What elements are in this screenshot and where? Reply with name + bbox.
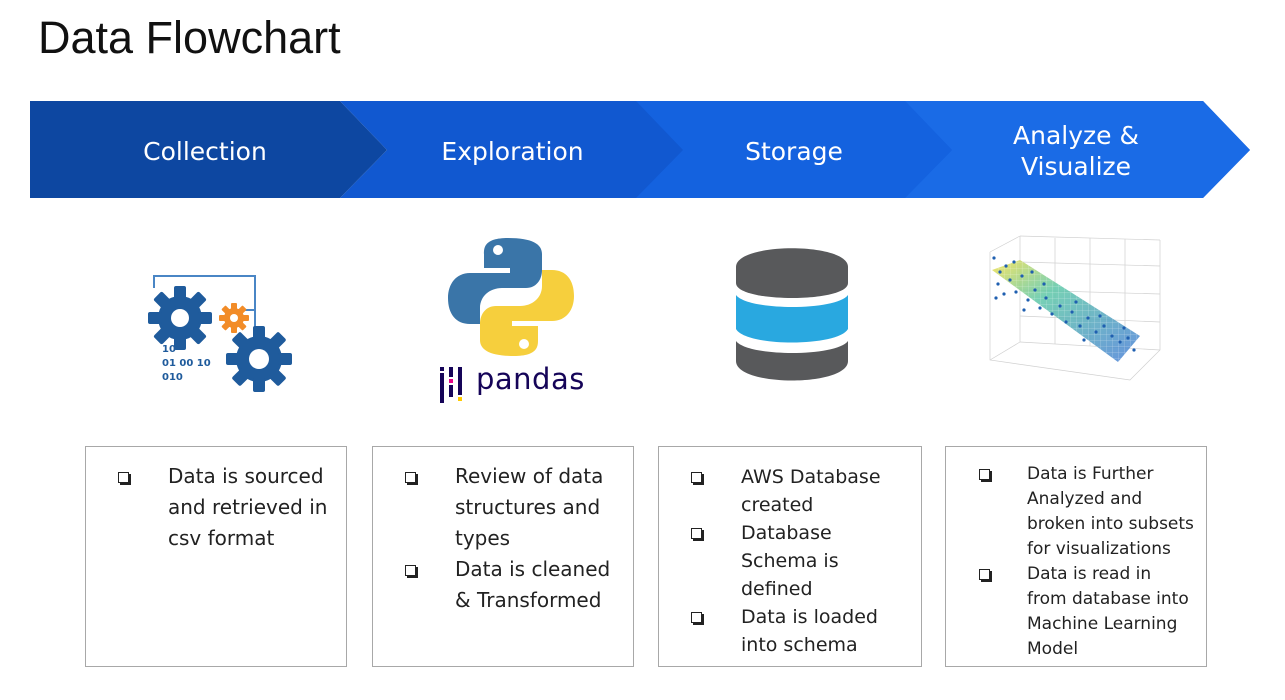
storage-details-list: AWS Database created Database Schema is … <box>659 447 921 659</box>
list-item: Database Schema is defined <box>691 519 911 603</box>
analyze-details-box: Data is Further Analyzed and broken into… <box>945 446 1207 667</box>
checkbox-bullet-icon <box>405 472 416 483</box>
list-item-text: Data is loaded into schema <box>741 606 878 656</box>
list-item: Data is read in from database into Machi… <box>979 562 1196 662</box>
list-item-text: Data is Further Analyzed and broken into… <box>1027 464 1194 559</box>
checkbox-bullet-icon <box>691 472 702 483</box>
checkbox-bullet-icon <box>979 469 990 480</box>
collection-details-box: Data is sourced and retrieved in csv for… <box>85 446 347 667</box>
3d-scatter-surface-plot-icon <box>989 235 1161 381</box>
stage-label-analyze: Analyze & Visualize <box>955 119 1197 183</box>
gears-binary-icon: 10 01 00 10 010 <box>148 275 292 392</box>
checkbox-bullet-icon <box>405 565 416 576</box>
list-item: Review of data structures and types <box>405 461 623 554</box>
list-item-text: Data is sourced and retrieved in csv for… <box>168 464 328 550</box>
storage-details-box: AWS Database created Database Schema is … <box>658 446 922 667</box>
checkbox-bullet-icon <box>691 612 702 623</box>
list-item-text: Data is read in from database into Machi… <box>1027 564 1189 659</box>
stage-label-collection: Collection <box>143 136 267 166</box>
exploration-details-list: Review of data structures and types Data… <box>373 447 633 616</box>
stage-label-storage: Storage <box>745 136 843 166</box>
stage-label-exploration: Exploration <box>441 136 584 166</box>
stage-label-analyze-line1: Analyze & <box>1013 121 1139 150</box>
python-logo-icon <box>448 238 574 356</box>
analyze-details-list: Data is Further Analyzed and broken into… <box>946 447 1206 662</box>
exploration-details-box: Review of data structures and types Data… <box>372 446 634 667</box>
checkbox-bullet-icon <box>118 472 129 483</box>
list-item-text: AWS Database created <box>741 466 881 516</box>
svg-text:010: 010 <box>162 372 183 383</box>
list-item: Data is Further Analyzed and broken into… <box>979 462 1196 562</box>
list-item: AWS Database created <box>691 463 911 519</box>
checkbox-bullet-icon <box>691 528 702 539</box>
database-icon <box>736 248 848 381</box>
stage-label-analyze-line2: Visualize <box>1020 152 1132 181</box>
list-item: Data is loaded into schema <box>691 603 911 659</box>
pandas-logo-text: pandas <box>476 362 585 396</box>
collection-details-list: Data is sourced and retrieved in csv for… <box>86 447 346 554</box>
svg-text:01 00 10: 01 00 10 <box>162 358 211 369</box>
svg-text:10: 10 <box>162 344 176 355</box>
list-item: Data is sourced and retrieved in csv for… <box>118 461 336 554</box>
list-item-text: Database Schema is defined <box>741 522 839 600</box>
pandas-mark-icon <box>440 367 462 403</box>
list-item-text: Data is cleaned & Transformed <box>455 557 611 612</box>
list-item-text: Review of data structures and types <box>455 464 604 550</box>
checkbox-bullet-icon <box>979 569 990 580</box>
list-item: Data is cleaned & Transformed <box>405 554 623 616</box>
